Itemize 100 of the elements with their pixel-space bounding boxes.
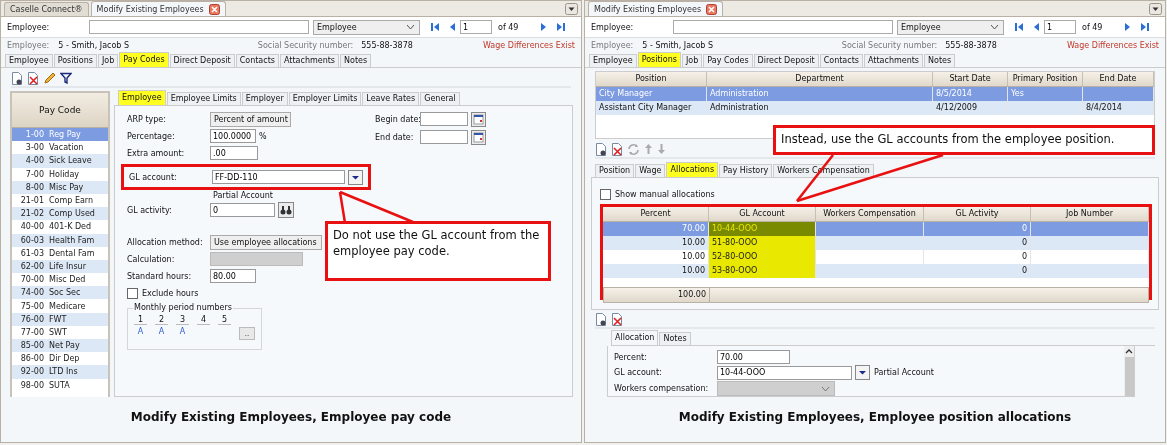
- column-header[interactable]: Percent: [603, 207, 709, 221]
- show-manual-checkbox[interactable]: Show manual allocations: [600, 186, 1152, 202]
- tab[interactable]: Job: [681, 54, 703, 67]
- window-tab[interactable]: Caselle Connect®: [4, 2, 89, 16]
- pay-code-item[interactable]: 8-00 Misc Pay: [12, 180, 108, 194]
- caret-icon[interactable]: [406, 24, 415, 30]
- tab[interactable]: Employer: [241, 92, 288, 105]
- tab[interactable]: Leave Rates: [362, 92, 420, 105]
- pay-code-item[interactable]: 60-03 Health Fam: [12, 233, 108, 247]
- calendar-icon[interactable]: [471, 111, 486, 127]
- pay-code-item[interactable]: 74-00 Soc Sec: [12, 286, 108, 300]
- delete-icon[interactable]: [611, 312, 623, 326]
- column-header[interactable]: Primary Position: [1008, 72, 1083, 86]
- pay-code-item[interactable]: 86-00 Dir Dep: [12, 352, 108, 366]
- end-date-field[interactable]: [420, 130, 468, 144]
- previous-record-icon[interactable]: [448, 22, 456, 32]
- tab[interactable]: Job: [97, 54, 119, 67]
- standard-hours-field[interactable]: 80.00: [210, 269, 256, 283]
- percentage-field[interactable]: 100.0000: [210, 129, 256, 143]
- pay-code-item[interactable]: 75-00 Medicare: [12, 299, 108, 313]
- tab[interactable]: Allocation: [611, 330, 659, 345]
- record-number-field[interactable]: 1: [460, 20, 492, 34]
- pay-code-item[interactable]: 77-00 SWT: [12, 325, 108, 339]
- exclude-hours-checkbox[interactable]: Exclude hours: [127, 285, 375, 301]
- tab[interactable]: Employee: [118, 90, 166, 105]
- tab[interactable]: Pay Codes: [703, 54, 753, 67]
- begin-date-field[interactable]: [420, 112, 468, 126]
- tab[interactable]: Contacts: [819, 54, 863, 67]
- tab[interactable]: Attachments: [279, 54, 340, 67]
- tab[interactable]: Pay History: [719, 164, 773, 177]
- arp-type-dropdown[interactable]: Percent of amount: [210, 111, 291, 127]
- pay-code-item[interactable]: 3-00 Vacation: [12, 141, 108, 155]
- employee-search-field[interactable]: [673, 20, 893, 34]
- tab[interactable]: Employee Limits: [166, 92, 241, 105]
- tab[interactable]: Employee: [5, 54, 53, 67]
- window-tab[interactable]: Modify Existing Employees: [588, 1, 724, 16]
- tab[interactable]: Position: [595, 164, 635, 177]
- tab[interactable]: Pay Codes: [119, 52, 169, 67]
- tab[interactable]: Notes: [924, 54, 956, 67]
- first-record-icon[interactable]: [430, 22, 440, 32]
- tab[interactable]: Employee: [589, 54, 637, 67]
- column-header[interactable]: GL Activity: [924, 207, 1031, 221]
- column-header[interactable]: Position: [596, 72, 707, 86]
- column-header[interactable]: Start Date: [933, 72, 1008, 86]
- window-menu-icon[interactable]: [1149, 3, 1162, 15]
- extra-amount-field[interactable]: .00: [210, 146, 258, 160]
- pay-code-item[interactable]: 76-00 FWT: [12, 312, 108, 326]
- table-row[interactable]: 10.00 53-80-OOO 0: [603, 264, 1149, 278]
- tab[interactable]: Direct Deposit: [753, 54, 819, 67]
- checkbox[interactable]: [127, 287, 138, 299]
- checkbox[interactable]: [600, 188, 611, 200]
- add-icon[interactable]: [11, 71, 23, 85]
- tab[interactable]: Contacts: [235, 54, 279, 67]
- tab[interactable]: Wage: [635, 164, 666, 177]
- gl-account-field[interactable]: FF-DD-110: [212, 170, 345, 184]
- tab[interactable]: Positions: [637, 52, 681, 67]
- tab[interactable]: Notes: [659, 332, 691, 345]
- table-row[interactable]: Assistant City Manager Administration 4/12/2009 8/4/2014: [596, 101, 1154, 115]
- search-by-dropdown[interactable]: Employee: [897, 19, 1004, 35]
- calendar-icon[interactable]: [471, 129, 486, 145]
- delete-icon[interactable]: [611, 142, 623, 156]
- column-header[interactable]: GL Account: [709, 207, 816, 221]
- table-row[interactable]: 10.00 51-80-OOO 0: [603, 236, 1149, 250]
- column-header[interactable]: Workers Compensation: [816, 207, 924, 221]
- window-tab[interactable]: Modify Existing Employees: [90, 1, 226, 16]
- tab[interactable]: Notes: [340, 54, 372, 67]
- tab[interactable]: General: [420, 92, 460, 105]
- tab[interactable]: Positions: [53, 54, 97, 67]
- dropdown-button[interactable]: [855, 365, 870, 380]
- delete-icon[interactable]: [27, 71, 39, 85]
- tab[interactable]: Direct Deposit: [169, 54, 235, 67]
- close-icon[interactable]: [208, 3, 220, 15]
- pay-code-item[interactable]: 40-00 401-K Ded: [12, 220, 108, 234]
- pay-code-item[interactable]: 7-00 Holiday: [12, 167, 108, 181]
- gl-activity-field[interactable]: 0: [210, 203, 275, 217]
- employee-search-field[interactable]: [89, 20, 309, 34]
- close-icon[interactable]: [706, 3, 718, 15]
- previous-record-icon[interactable]: [1032, 22, 1040, 32]
- filter-icon[interactable]: [60, 72, 72, 84]
- binoculars-icon[interactable]: [278, 202, 294, 218]
- column-header[interactable]: Job Number: [1031, 207, 1149, 221]
- search-by-dropdown[interactable]: Employee: [313, 19, 420, 35]
- caret-icon[interactable]: [990, 24, 999, 30]
- pay-code-item[interactable]: 61-03 Dental Fam: [12, 246, 108, 260]
- column-header[interactable]: End Date: [1083, 72, 1154, 86]
- last-record-icon[interactable]: [556, 22, 567, 32]
- allocation-method-dropdown[interactable]: Use employee allocations: [210, 234, 322, 250]
- tab[interactable]: Attachments: [863, 54, 924, 67]
- tab[interactable]: Employer Limits: [288, 92, 362, 105]
- scrollbar[interactable]: [1124, 346, 1134, 396]
- tab[interactable]: Allocations: [666, 162, 719, 177]
- dropdown-button[interactable]: [348, 169, 363, 185]
- last-record-icon[interactable]: [1140, 22, 1151, 32]
- pay-code-item[interactable]: 21-01 Comp Earn: [12, 193, 108, 208]
- percent-field[interactable]: 70.00: [717, 350, 790, 364]
- pay-code-item[interactable]: 4-00 Sick Leave: [12, 154, 108, 168]
- window-menu-icon[interactable]: [565, 3, 578, 15]
- pay-code-item[interactable]: 70-00 Misc Ded: [12, 273, 108, 287]
- column-header[interactable]: Department: [707, 72, 933, 86]
- add-icon[interactable]: [595, 312, 607, 326]
